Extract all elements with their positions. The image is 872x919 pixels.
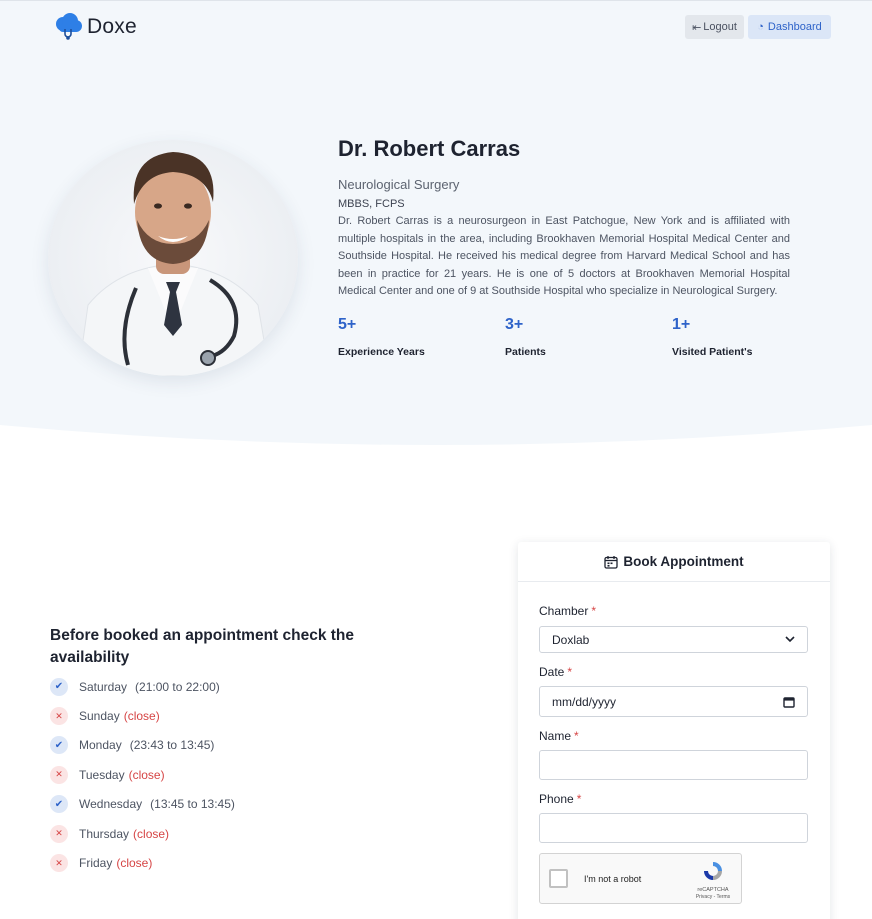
- availability-time: (close): [133, 826, 170, 841]
- chevron-down-icon: [785, 636, 795, 643]
- close-icon: ✕: [50, 824, 68, 843]
- dashboard-button[interactable]: ◔ Dashboard: [748, 15, 831, 39]
- chamber-label: Chamber *: [539, 604, 596, 618]
- availability-day: Saturday: [79, 679, 128, 694]
- recaptcha-checkbox[interactable]: [549, 869, 568, 888]
- close-icon: ✕: [50, 854, 68, 873]
- availability-day: Monday: [79, 738, 122, 753]
- required-mark: *: [576, 792, 582, 806]
- doctor-name: Dr. Robert Carras: [338, 136, 521, 161]
- brand-logo[interactable]: Doxe: [53, 12, 137, 42]
- recaptcha-label: I'm not a robot: [584, 873, 642, 884]
- stat-visited-value: 1+: [672, 316, 691, 333]
- recaptcha-widget: I'm not a robot reCAPTCHA Privacy - Term…: [539, 853, 742, 904]
- phone-label-text: Phone: [539, 792, 574, 806]
- availability-title: Before booked an appointment check the a…: [50, 627, 355, 666]
- name-label: Name *: [539, 729, 579, 743]
- required-mark: *: [591, 604, 597, 618]
- availability-item: ✔ Saturday (21:00 to 22:00): [50, 672, 235, 701]
- stat-experience-label: Experience Years: [338, 346, 425, 358]
- date-label: Date *: [539, 665, 572, 679]
- phone-label: Phone *: [539, 792, 581, 806]
- recaptcha-icon: [704, 862, 722, 880]
- booking-title: Book Appointment: [623, 554, 744, 569]
- stat-visited-label: Visited Patient's: [672, 346, 753, 358]
- recaptcha-logo: reCAPTCHA Privacy - Terms: [693, 860, 733, 900]
- availability-time: (13:45 to 13:45): [150, 797, 235, 812]
- close-icon: ✕: [50, 707, 68, 726]
- stat-experience-value: 5+: [338, 316, 357, 333]
- availability-time: (close): [116, 856, 153, 871]
- availability-item: ✕ Thursday (close): [50, 819, 235, 848]
- logout-label: Logout: [703, 21, 737, 33]
- availability-time: (23:43 to 13:45): [129, 738, 215, 753]
- close-icon: ✕: [50, 765, 68, 784]
- booking-card: Book Appointment Chamber * Doxlab Date * m…: [518, 542, 830, 919]
- check-icon: ✔: [50, 677, 68, 696]
- logout-button[interactable]: ⇤ Logout: [685, 15, 744, 39]
- availability-day: Friday: [79, 856, 113, 871]
- availability-day: Sunday: [79, 709, 120, 724]
- availability-item: ✕ Tuesday (close): [50, 760, 235, 789]
- recaptcha-terms-link[interactable]: Privacy - Terms: [693, 894, 733, 900]
- calendar-icon: [604, 555, 619, 569]
- availability-day: Thursday: [79, 826, 130, 841]
- dashboard-icon: ◔: [757, 21, 764, 33]
- doctor-portrait: [77, 152, 271, 376]
- availability-list: ✔ Saturday (21:00 to 22:00) ✕ Sunday (cl…: [50, 672, 235, 878]
- availability-time: (21:00 to 22:00): [135, 679, 220, 694]
- availability-item: ✕ Friday (close): [50, 848, 235, 877]
- availability-item: ✕ Sunday (close): [50, 701, 235, 730]
- calendar-picker-icon[interactable]: [783, 696, 795, 708]
- required-mark: *: [574, 729, 579, 743]
- availability-item: ✔ Monday (23:43 to 13:45): [50, 731, 235, 760]
- availability-day: Tuesday: [79, 767, 125, 782]
- chamber-label-text: Chamber: [539, 604, 589, 618]
- availability-item: ✔ Wednesday (13:45 to 13:45): [50, 790, 235, 819]
- booking-card-header: Book Appointment: [518, 542, 830, 582]
- availability-time: (close): [128, 767, 165, 782]
- hero-curve: [0, 425, 872, 460]
- doctor-specialty: Neurological Surgery: [338, 177, 460, 192]
- required-mark: *: [567, 665, 573, 679]
- date-placeholder: mm/dd/yyyy: [552, 694, 617, 709]
- date-input[interactable]: mm/dd/yyyy: [539, 686, 808, 717]
- availability-day: Wednesday: [79, 797, 143, 812]
- doctor-degree: MBBS, FCPS: [338, 198, 405, 210]
- cloud-stethoscope-icon: [56, 13, 82, 40]
- brand-name: Doxe: [87, 15, 137, 38]
- date-label-text: Date: [539, 665, 565, 679]
- doctor-photo: [48, 140, 298, 380]
- chamber-select[interactable]: Doxlab: [539, 626, 808, 653]
- check-icon: ✔: [50, 795, 68, 814]
- stat-patients-label: Patients: [505, 346, 546, 358]
- phone-input[interactable]: [539, 813, 808, 843]
- dashboard-label: Dashboard: [767, 21, 822, 33]
- logout-icon: ⇤: [692, 21, 702, 34]
- check-icon: ✔: [50, 736, 68, 755]
- name-input[interactable]: [539, 750, 808, 780]
- recaptcha-brand: reCAPTCHA: [697, 887, 729, 893]
- chamber-selected-value: Doxlab: [552, 632, 590, 647]
- availability-time: (close): [123, 709, 160, 724]
- doctor-bio: Dr. Robert Carras is a neurosurgeon in E…: [338, 215, 790, 297]
- name-label-text: Name: [539, 729, 572, 743]
- stat-patients-value: 3+: [505, 316, 524, 333]
